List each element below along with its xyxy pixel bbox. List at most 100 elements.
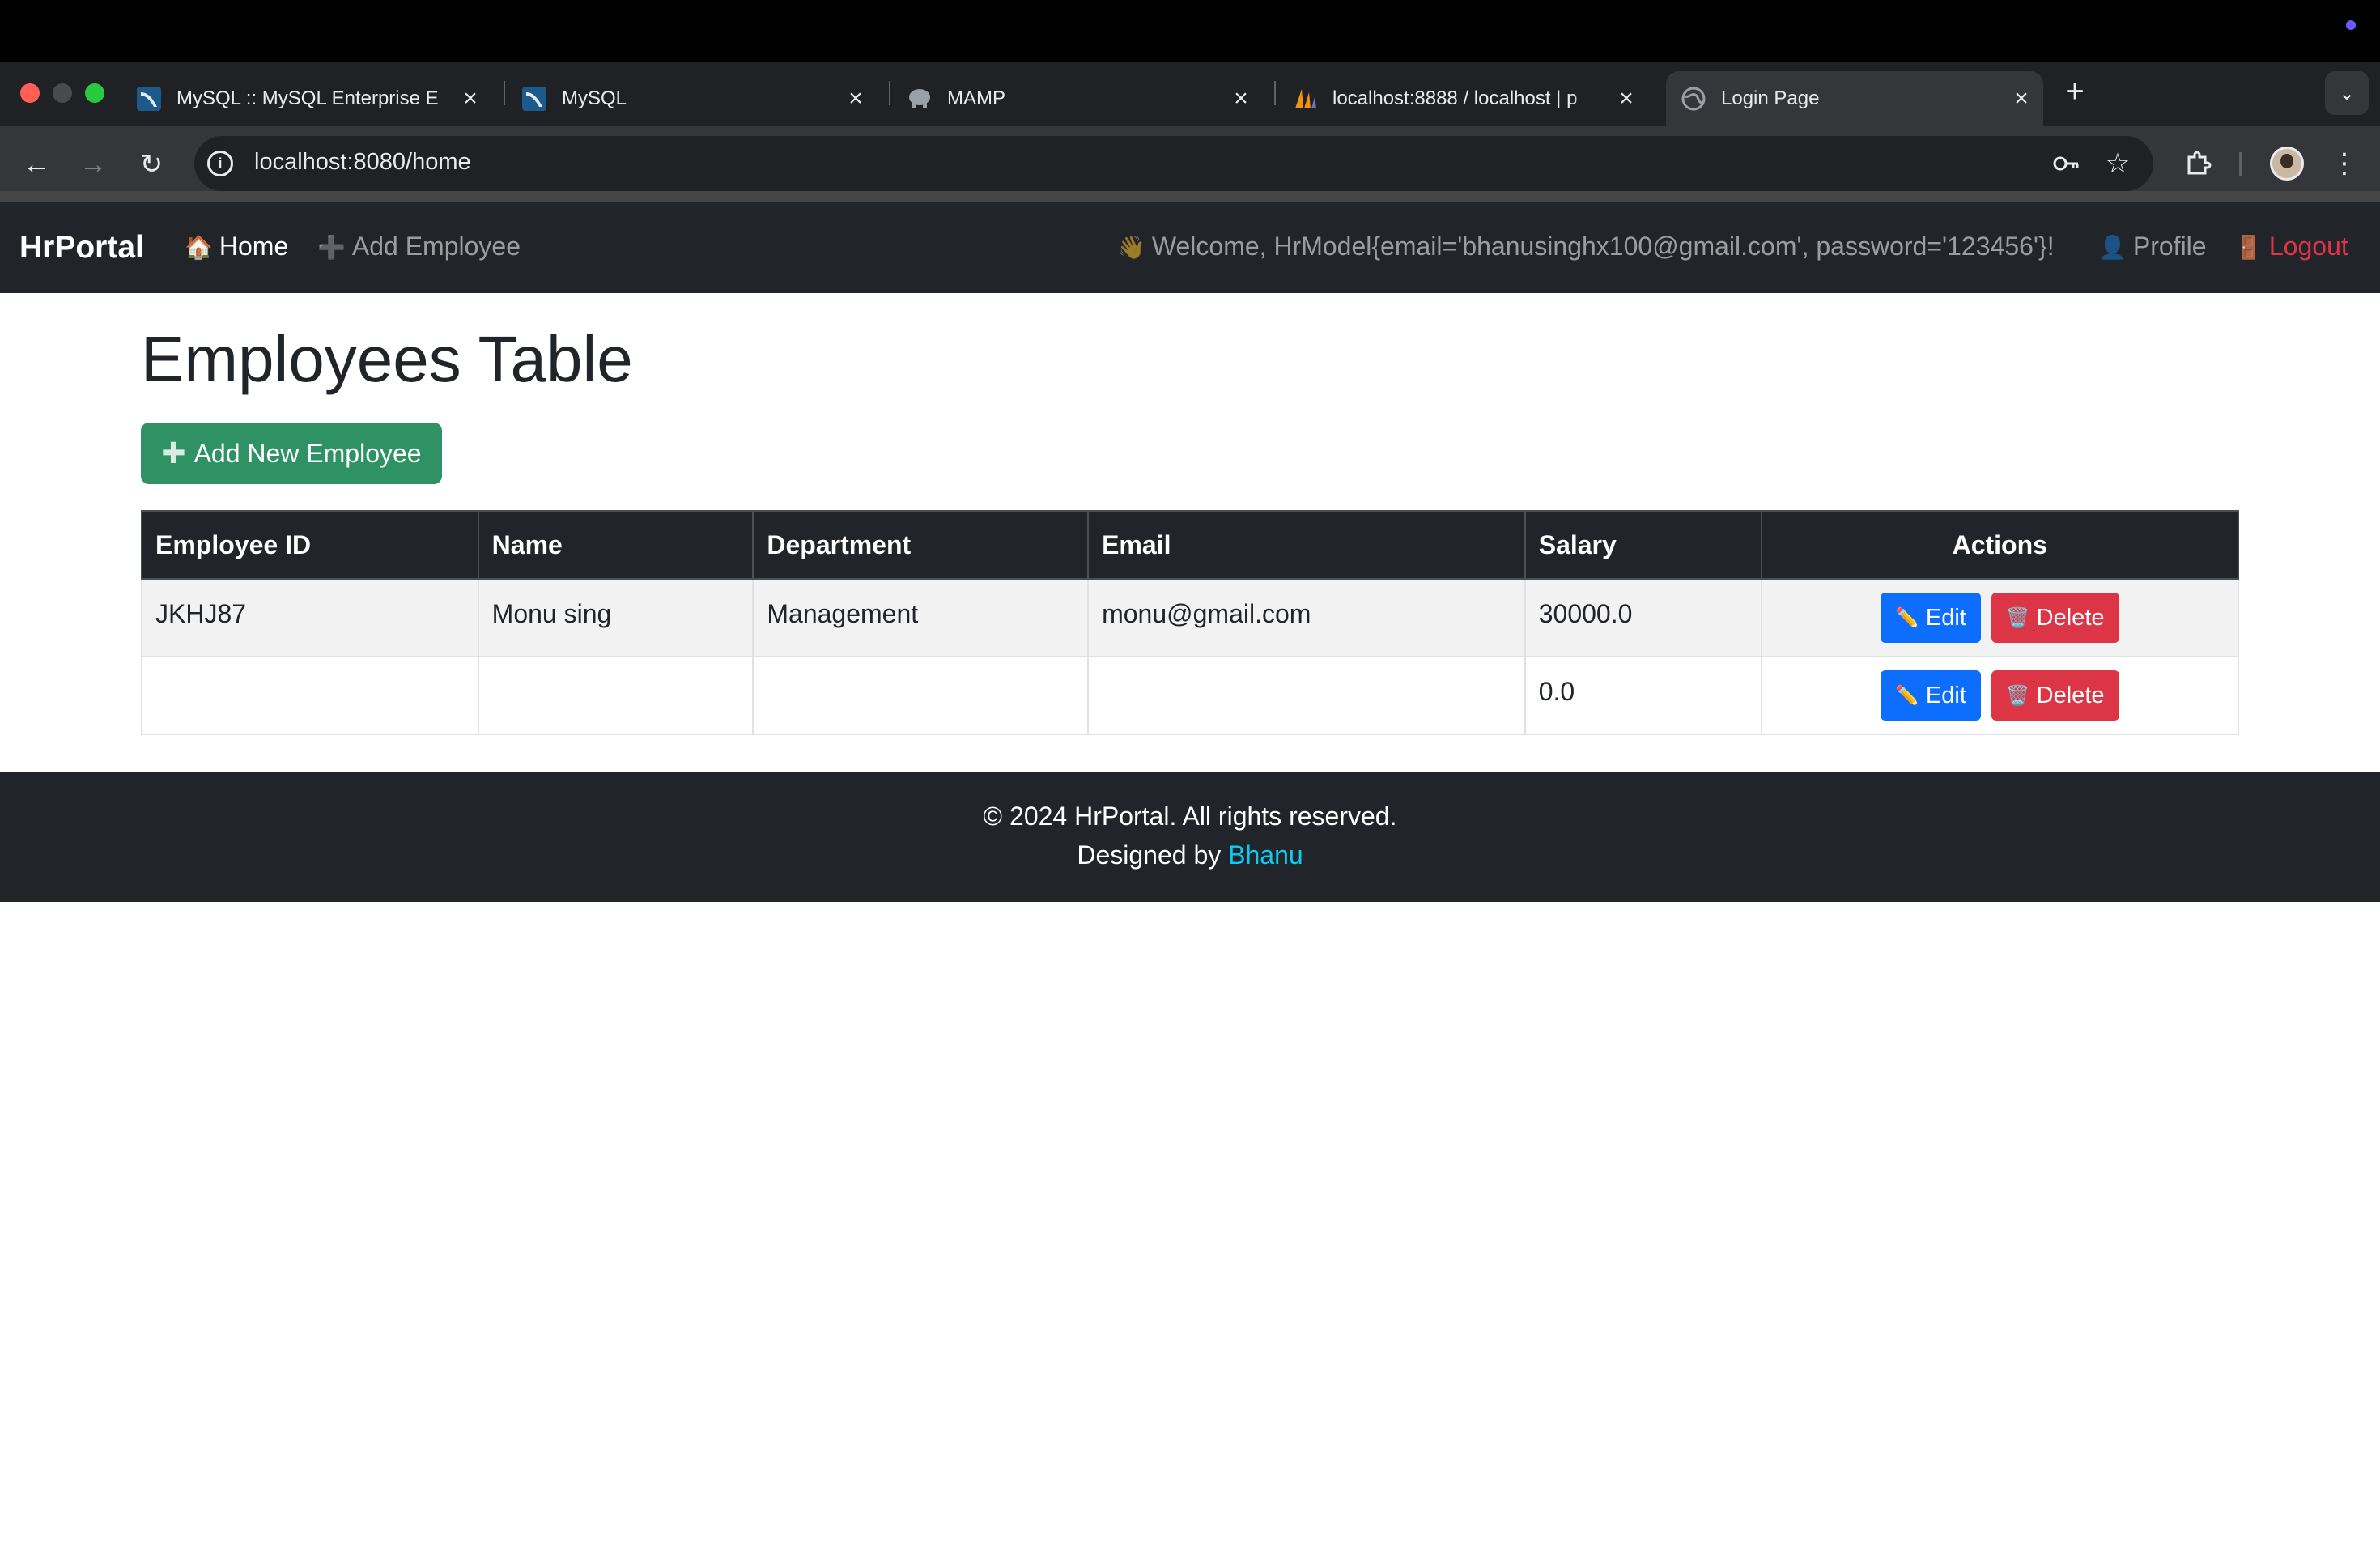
os-menu-bar [0,0,2380,62]
nav-link-label: Profile [2132,232,2207,261]
cell-department [752,656,1090,735]
nav-link-profile[interactable]: 👤 Profile [2098,232,2207,262]
trash-icon: 🗑️ [2005,684,2030,707]
nav-link-label: Add Employee [351,232,521,261]
cell-salary: 30000.0 [1524,578,1762,657]
extensions-puzzle-icon[interactable] [2179,144,2218,183]
tab-separator [504,81,505,105]
nav-link-home[interactable]: 🏠 Home [185,232,288,262]
trash-icon: 🗑️ [2005,606,2030,629]
browser-tab-phpmyadmin[interactable]: localhost:8888 / localhost | p × [1292,71,1648,126]
browser-tab-mamp[interactable]: MAMP × [907,71,1263,126]
address-bar[interactable] [194,136,2153,191]
table-header-row: Employee ID Name Department Email Salary… [141,510,2240,580]
cell-name [477,656,754,735]
pencil-icon: ✏️ [1895,606,1919,629]
tab-separator [1274,81,1276,105]
cell-email [1087,656,1526,735]
delete-label: Delete [2036,604,2105,631]
delete-button[interactable]: 🗑️ Delete [1991,593,2119,643]
edit-label: Edit [1925,682,1966,708]
back-arrow-icon[interactable]: ← [16,144,57,185]
designer-link[interactable]: Bhanu [1228,840,1303,870]
nav-link-add-employee[interactable]: ➕ Add Employee [317,232,521,262]
kebab-menu-icon[interactable]: ⋮ [2325,144,2364,183]
tab-title: MySQL [562,87,627,109]
tab-title: Login Page [1721,87,1820,109]
edit-button[interactable]: ✏️ Edit [1881,593,1981,643]
page-footer: © 2024 HrPortal. All rights reserved. De… [0,772,2380,902]
waving-hand-icon: 👋 [1117,235,1145,260]
cell-actions: ✏️ Edit 🗑️ Delete [1760,656,2240,735]
new-tab-button[interactable]: + [2056,73,2093,110]
globe-icon [1681,86,1706,112]
forward-arrow-icon[interactable]: → [73,144,113,185]
status-dot-icon [2346,20,2356,30]
table-row: 0.0 ✏️ Edit 🗑️ Delete [141,656,2240,735]
column-header-email: Email [1087,510,1526,580]
cell-email: monu@gmail.com [1087,578,1526,657]
column-header-department: Department [752,510,1090,580]
mysql-dolphin-icon [521,86,547,112]
close-icon[interactable]: × [2008,85,2035,113]
toolbar-divider [0,191,2380,202]
button-label: Add New Employee [193,438,422,468]
edit-label: Edit [1925,604,1966,631]
add-new-employee-button[interactable]: ✚ Add New Employee [141,423,442,484]
footer-credits: Designed by Bhanu [0,840,2380,870]
phpmyadmin-sail-icon [1292,86,1318,112]
cell-salary: 0.0 [1524,656,1762,735]
table-row: JKHJ87 Monu sing Management monu@gmail.c… [141,578,2240,657]
employees-table: Employee ID Name Department Email Salary… [141,510,2240,735]
site-info-icon[interactable]: i [207,151,233,176]
reload-icon[interactable]: ↻ [131,144,172,185]
column-header-name: Name [477,510,754,580]
delete-label: Delete [2036,682,2105,708]
nav-link-label: Logout [2268,232,2348,261]
welcome-text: 👋 Welcome, HrModel{email='bhanusinghx100@… [1117,232,2055,262]
browser-tab-login-page[interactable]: Login Page × [1666,71,2043,126]
pencil-icon: ✏️ [1895,684,1919,707]
browser-tab-mysql-enterprise[interactable]: MySQL :: MySQL Enterprise E × [136,71,492,126]
house-icon: 🏠 [185,235,213,260]
tab-title: MAMP [947,87,1005,109]
window-minimize-button[interactable] [53,83,72,103]
welcome-label: Welcome, HrModel{email='bhanusinghx100@g… [1151,232,2055,261]
plus-icon: ➕ [317,235,346,260]
mamp-elephant-icon [907,86,933,112]
navbar-brand[interactable]: HrPortal [19,230,144,266]
nav-link-logout[interactable]: 🚪 Logout [2234,232,2348,262]
delete-button[interactable]: 🗑️ Delete [1991,670,2119,721]
tab-title: MySQL :: MySQL Enterprise E [176,87,439,109]
close-icon[interactable]: × [457,85,484,113]
column-header-salary: Salary [1524,510,1762,580]
close-icon[interactable]: × [1613,85,1640,113]
close-icon[interactable]: × [1227,85,1255,113]
window-close-button[interactable] [20,83,40,103]
cell-department: Management [752,578,1090,657]
mysql-dolphin-icon [136,86,162,112]
close-icon[interactable]: × [842,85,869,113]
password-key-icon[interactable] [2046,144,2085,183]
cell-employee-id [141,656,479,735]
plus-icon: ✚ [161,436,186,470]
browser-tab-mysql[interactable]: MySQL × [521,71,878,126]
cell-actions: ✏️ Edit 🗑️ Delete [1760,578,2240,657]
user-icon: 👤 [2098,235,2127,260]
window-zoom-button[interactable] [85,83,104,103]
tab-search-chevron-icon[interactable]: ⌄ [2325,71,2369,115]
column-header-actions: Actions [1760,510,2240,580]
designed-by-label: Designed by [1077,840,1222,870]
column-header-employee-id: Employee ID [141,510,479,580]
toolbar-separator [2239,152,2242,176]
nav-link-label: Home [219,232,289,261]
cell-name: Monu sing [477,578,754,657]
tab-separator [889,81,890,105]
cell-employee-id: JKHJ87 [141,578,479,657]
bookmark-star-icon[interactable]: ☆ [2098,144,2137,183]
edit-button[interactable]: ✏️ Edit [1881,670,1981,721]
profile-avatar[interactable] [2270,147,2304,181]
url-text[interactable]: localhost:8080/home [254,149,471,176]
page-title: Employees Table [141,323,633,395]
door-icon: 🚪 [2234,235,2263,260]
